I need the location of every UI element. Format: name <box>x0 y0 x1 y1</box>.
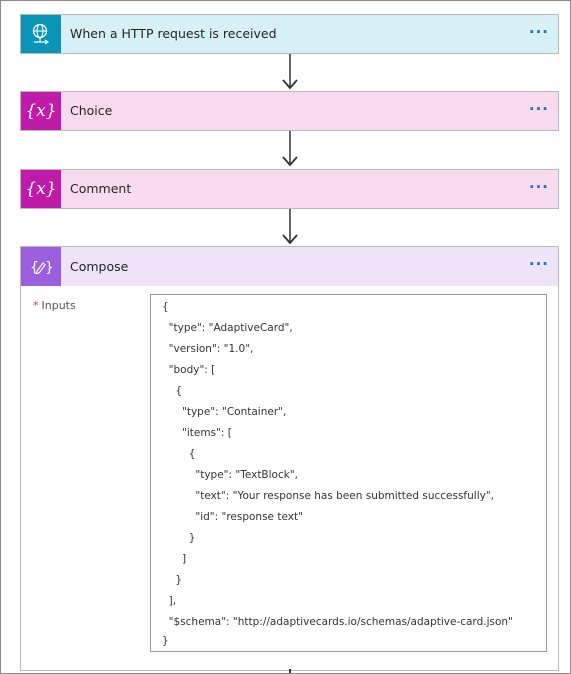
code-line: ] <box>162 553 187 565</box>
code-line: { <box>162 301 169 313</box>
connector-arrow <box>282 131 298 167</box>
step-title: When a HTTP request is received <box>70 26 277 41</box>
required-marker: * <box>33 299 39 312</box>
choice-card[interactable]: {x} Choice ··· <box>20 91 559 131</box>
code-line: { <box>162 448 196 460</box>
compose-card: { } Compose ··· *Inputs { "type": "Adapt… <box>20 246 559 671</box>
globe-request-icon <box>21 15 61 53</box>
code-line: } <box>162 635 169 647</box>
code-line: ], <box>162 595 177 607</box>
code-line: "body": [ <box>162 364 216 376</box>
step-title: Choice <box>70 103 113 118</box>
inputs-field[interactable]: { "type": "AdaptiveCard", "version": "1.… <box>150 294 547 652</box>
code-line: "$schema": "http://adaptivecards.io/sche… <box>162 616 513 628</box>
code-line: } <box>162 532 196 544</box>
code-line: "type": "TextBlock", <box>162 469 298 481</box>
code-line: "id": "response text" <box>162 511 303 523</box>
compose-header[interactable]: { } Compose ··· <box>21 247 558 286</box>
code-line: { <box>162 385 183 397</box>
code-line: "type": "AdaptiveCard", <box>162 322 293 334</box>
code-line: "type": "Container", <box>162 406 287 418</box>
code-line: "text": "Your response has been submitte… <box>162 490 494 502</box>
variable-icon: {x} <box>21 170 61 208</box>
step-title: Compose <box>70 259 129 274</box>
comment-card[interactable]: {x} Comment ··· <box>20 169 559 209</box>
svg-text:}: } <box>45 260 52 276</box>
connector-arrow <box>282 209 298 245</box>
connector-line <box>289 669 291 673</box>
inputs-label-text: Inputs <box>41 299 76 312</box>
code-line: "version": "1.0", <box>162 343 254 355</box>
http-trigger-card[interactable]: When a HTTP request is received ··· <box>20 14 559 54</box>
variable-glyph: {x} <box>25 179 57 199</box>
code-line: "items": [ <box>162 427 232 439</box>
step-title: Comment <box>70 181 132 196</box>
more-options-button[interactable]: ··· <box>529 92 549 130</box>
more-options-button[interactable]: ··· <box>529 15 549 53</box>
inputs-label: * Inputs <box>33 299 76 312</box>
more-options-button[interactable]: ··· <box>529 170 549 208</box>
compose-icon: { } <box>21 247 61 286</box>
variable-glyph: {x} <box>25 101 57 121</box>
flow-canvas: When a HTTP request is received ··· {x} … <box>0 0 571 674</box>
variable-icon: {x} <box>21 92 61 130</box>
more-options-button[interactable]: ··· <box>529 247 549 286</box>
code-line: } <box>162 574 183 586</box>
connector-arrow <box>282 54 298 90</box>
